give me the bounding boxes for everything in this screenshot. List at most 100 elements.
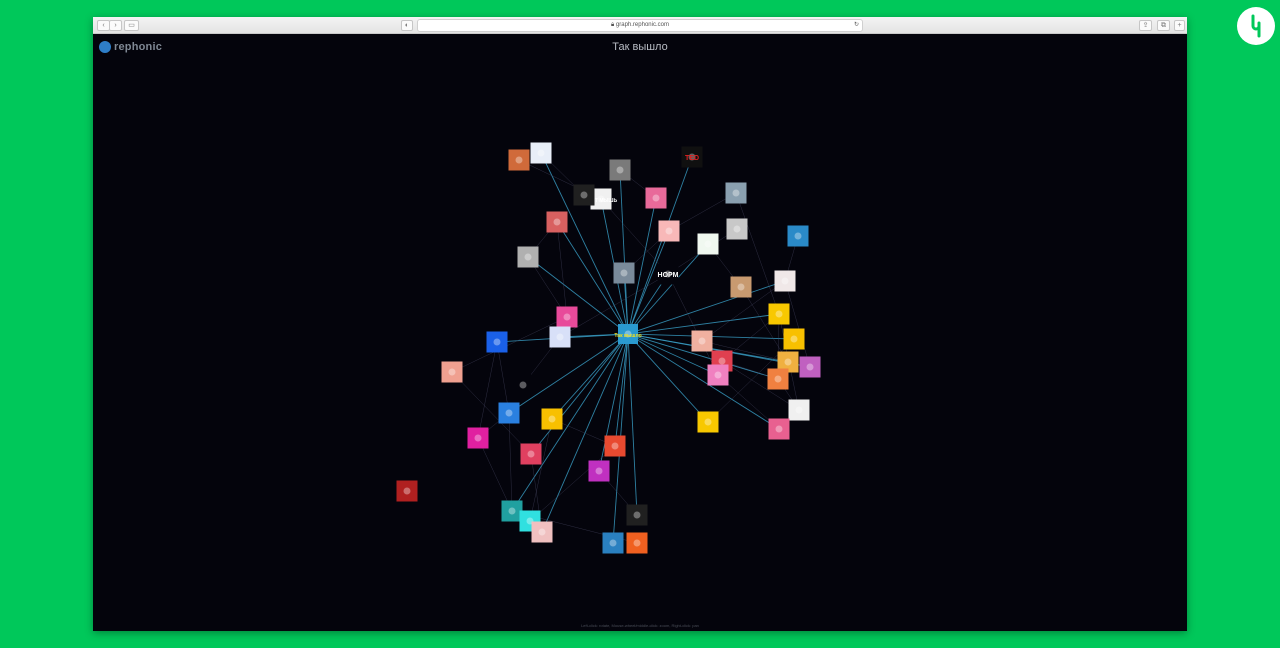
podcast-node[interactable] [730,276,752,298]
sidebar-button[interactable]: ▭ [124,20,139,31]
podcast-node[interactable] [531,521,553,543]
cover-art-detail [519,381,527,389]
cover-art-detail [527,450,535,458]
podcast-node[interactable] [768,303,790,325]
graph-edge [496,341,510,414]
cover-art-detail [474,434,482,442]
cover-art-detail [704,418,712,426]
graph-edge [627,333,638,516]
podcast-node[interactable] [799,356,821,378]
podcast-node[interactable] [658,220,680,242]
cover-art-detail [524,253,532,261]
shield-icon[interactable]: ◐ [401,20,413,31]
forward-button[interactable]: › [109,20,122,31]
podcast-node[interactable] [613,262,635,284]
podcast-node[interactable] [774,270,796,292]
share-icon[interactable]: ⇪ [1139,20,1152,31]
podcast-node[interactable] [546,211,568,233]
cover-art-detail [548,415,556,423]
graph-stage[interactable]: rephonic Так вышло Так вышло TED КРИТ МЫШЬ… [93,33,1187,631]
podcast-node[interactable] [783,328,805,350]
podcast-node[interactable] [549,326,571,348]
corner-brand-logo [1237,7,1275,45]
cover-art-detail [781,277,789,285]
cover-art-detail [784,358,792,366]
podcast-node[interactable] [530,142,552,164]
podcast-node[interactable] [645,187,667,209]
cover-art-detail [665,227,673,235]
podcast-node[interactable] [512,374,534,396]
podcast-node[interactable] [725,182,747,204]
cover-art-detail [737,283,745,291]
cover-art-detail [595,467,603,475]
podcast-node[interactable] [697,233,719,255]
podcast-node[interactable]: НОРМ [657,263,679,285]
podcast-node[interactable] [788,399,810,421]
cover-art-detail [806,363,814,371]
podcast-cover-text: НОРМ [658,272,679,279]
cover-art-detail [714,371,722,379]
podcast-node[interactable] [726,218,748,240]
cover-art-detail [790,335,798,343]
graph-edge [527,256,629,335]
podcast-node[interactable] [588,460,610,482]
podcast-graph[interactable]: Так вышлоTEDКРИТ МЫШЬНОРМ [93,33,1187,631]
address-bar[interactable]: 🔒︎ graph.rephonic.com ↻ [417,19,863,32]
podcast-node[interactable] [707,364,729,386]
cover-art-detail [563,313,571,321]
podcast-node[interactable] [609,159,631,181]
graph-edge [529,445,616,522]
podcast-cover-text: Так вышло [614,333,641,339]
graph-nodes[interactable]: Так вышлоTEDКРИТ МЫШЬНОРМ [396,142,821,554]
cover-art-detail [775,425,783,433]
podcast-node[interactable] [573,184,595,206]
podcast-node[interactable] [626,532,648,554]
cover-art-detail [553,218,561,226]
podcast-node[interactable] [467,427,489,449]
podcast-node[interactable] [787,225,809,247]
podcast-node[interactable]: TED [681,146,703,168]
brand-icon [1251,14,1261,38]
reload-icon[interactable]: ↻ [854,20,859,31]
cover-art-detail [538,528,546,536]
podcast-node[interactable] [501,500,523,522]
new-tab-icon[interactable]: + [1174,20,1185,31]
podcast-node[interactable] [626,504,648,526]
cover-art-detail [718,357,726,365]
graph-edge [477,437,513,512]
cover-art-detail [493,338,501,346]
podcast-node[interactable] [486,331,508,353]
podcast-node[interactable] [498,402,520,424]
podcast-node[interactable] [602,532,624,554]
cover-art-detail [795,406,803,414]
cover-art-detail [652,194,660,202]
podcast-node[interactable] [396,480,418,502]
podcast-node[interactable] [691,330,713,352]
cover-art-detail [633,539,641,547]
podcast-node[interactable] [441,361,463,383]
cover-art-detail [403,487,411,495]
podcast-cover-text: TED [685,155,699,162]
podcast-node-center[interactable]: Так вышло [614,324,642,344]
cover-art-detail [704,240,712,248]
cover-art-detail [733,225,741,233]
graph-edge [508,412,513,512]
cover-art-detail [580,191,588,199]
url-text: graph.rephonic.com [615,22,669,28]
graph-edge [556,221,568,318]
podcast-node[interactable] [508,149,530,171]
cover-art-detail [505,409,513,417]
podcast-node[interactable] [604,435,626,457]
podcast-node[interactable] [520,443,542,465]
cover-art-detail [556,333,564,341]
cover-art-detail [774,375,782,383]
podcast-node[interactable] [556,306,578,328]
podcast-node[interactable] [767,368,789,390]
podcast-node[interactable] [768,418,790,440]
cover-art-detail [775,310,783,318]
tabs-icon[interactable]: ⧉ [1157,20,1170,31]
podcast-node[interactable] [517,246,539,268]
podcast-node[interactable] [697,411,719,433]
cover-art-detail [609,539,617,547]
podcast-node[interactable] [541,408,563,430]
